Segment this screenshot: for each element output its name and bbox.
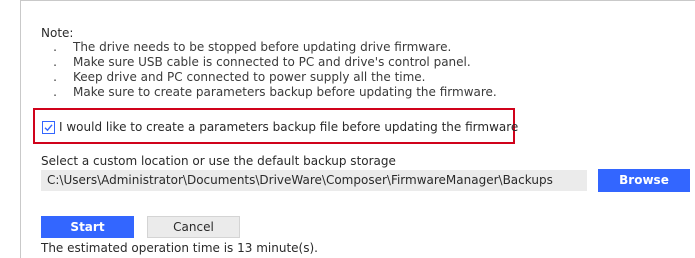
backup-location-label: Select a custom location or use the defa… [41,154,396,168]
start-button[interactable]: Start [41,216,134,238]
backup-checkbox[interactable] [42,121,55,134]
estimated-time-text: The estimated operation time is 13 minut… [41,241,318,255]
backup-checkbox-label[interactable]: I would like to create a parameters back… [59,120,518,135]
bullet-icon: . [53,85,57,99]
note-item-text: Keep drive and PC connected to power sup… [73,70,426,84]
note-item-text: The drive needs to be stopped before upd… [73,40,452,54]
cancel-button[interactable]: Cancel [147,216,240,238]
backup-path-field[interactable]: C:\Users\Administrator\Documents\DriveWa… [41,170,587,191]
checkmark-icon [44,124,53,132]
note-item-text: Make sure to create parameters backup be… [73,85,497,99]
browse-button[interactable]: Browse [598,169,690,192]
bullet-icon: . [53,55,57,69]
bullet-icon: . [53,70,57,84]
note-title: Note: [41,26,74,40]
bullet-icon: . [53,40,57,54]
note-item-text: Make sure USB cable is connected to PC a… [73,55,471,69]
